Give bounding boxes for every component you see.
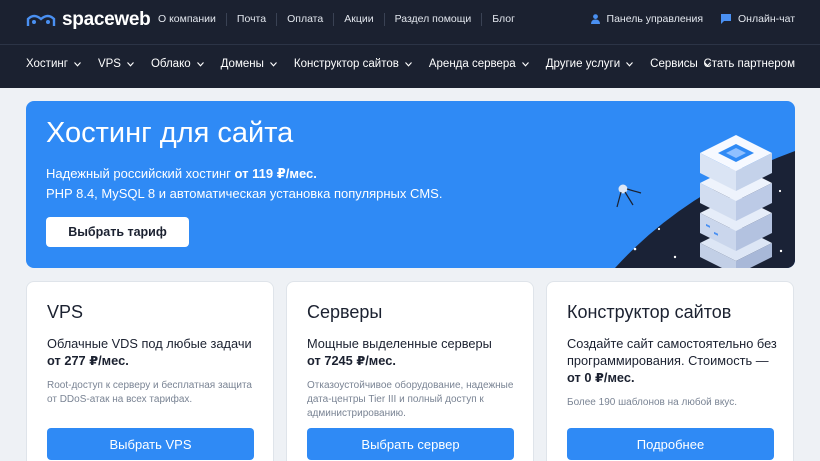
card-vps: VPS Облачные VDS под любые задачи от 277… xyxy=(26,281,274,461)
nav-services-label: Сервисы xyxy=(650,58,698,70)
card-site-builder: Конструктор сайтов Создайте сайт самосто… xyxy=(546,281,794,461)
card-note: Более 190 шаблонов на любой вкус. xyxy=(567,397,737,408)
nav-server-rent[interactable]: Аренда сервера xyxy=(429,58,529,70)
nav-domains-label: Домены xyxy=(220,58,264,70)
card-price: от 0 ₽/мес. xyxy=(567,370,635,385)
topnav-mail[interactable]: Почта xyxy=(225,13,276,26)
card-title: Конструктор сайтов xyxy=(567,302,732,322)
topnav-promos[interactable]: Акции xyxy=(333,13,383,26)
more-details-button[interactable]: Подробнее xyxy=(567,428,774,460)
nav-cloud[interactable]: Облако xyxy=(151,58,204,70)
chevron-down-icon xyxy=(626,61,634,67)
nav-vps-label: VPS xyxy=(97,58,121,70)
nav-services[interactable]: Сервисы xyxy=(650,58,711,70)
card-desc-text: Мощные выделенные серверы xyxy=(307,336,492,351)
nav-site-builder-label: Конструктор сайтов xyxy=(293,58,399,70)
nav-other-services-label: Другие услуги xyxy=(545,58,621,70)
topnav-about[interactable]: О компании xyxy=(148,13,226,26)
card-description: Создайте сайт самостоятельно без програм… xyxy=(567,335,782,386)
card-note: Отказоустойчивое оборудование, надежные … xyxy=(307,380,514,419)
card-price: от 7245 ₽/мес. xyxy=(307,353,396,368)
nav-hosting-label: Хостинг xyxy=(26,58,68,70)
nav-site-builder[interactable]: Конструктор сайтов xyxy=(294,58,412,70)
chevron-down-icon xyxy=(196,61,204,67)
card-title: Серверы xyxy=(307,302,383,322)
chevron-down-icon xyxy=(404,61,412,67)
hero-subtitle: Надежный российский хостинг от 119 ₽/мес… xyxy=(46,164,442,203)
hero-price: от 119 ₽/мес. xyxy=(234,166,317,181)
card-title: VPS xyxy=(47,302,84,322)
nav-cloud-label: Облако xyxy=(150,58,191,70)
nav-domains[interactable]: Домены xyxy=(221,58,277,70)
card-desc-text: Облачные VDS под любые задачи xyxy=(47,336,252,351)
hero-line1: Надежный российский хостинг xyxy=(46,166,231,181)
chat-icon xyxy=(721,14,732,24)
card-servers: Серверы Мощные выделенные серверы от 724… xyxy=(286,281,534,461)
header-divider xyxy=(0,44,820,45)
user-icon xyxy=(590,14,600,24)
topnav-blog[interactable]: Блог xyxy=(481,13,525,26)
choose-server-button[interactable]: Выбрать сервер xyxy=(307,428,514,460)
nav-vps[interactable]: VPS xyxy=(98,58,134,70)
topnav-payment[interactable]: Оплата xyxy=(276,13,333,26)
card-desc-text: Создайте сайт самостоятельно без програм… xyxy=(567,336,777,368)
logo-icon xyxy=(26,14,56,26)
online-chat-label: Онлайн-чат xyxy=(738,13,795,25)
nav-hosting[interactable]: Хостинг xyxy=(26,58,81,70)
hero-line2: PHP 8.4, MySQL 8 и автоматическая устано… xyxy=(46,185,443,201)
brand-name: spaceweb xyxy=(62,9,151,30)
server-illustration xyxy=(615,135,795,268)
online-chat-link[interactable]: Онлайн-чат xyxy=(721,13,795,25)
nav-server-rent-label: Аренда сервера xyxy=(428,58,516,70)
topnav-help[interactable]: Раздел помощи xyxy=(383,13,482,26)
chevron-down-icon xyxy=(74,61,81,67)
card-price: от 277 ₽/мес. xyxy=(47,353,129,368)
chevron-down-icon xyxy=(127,61,134,67)
card-description: Облачные VDS под любые задачи от 277 ₽/м… xyxy=(47,335,262,369)
top-right-links: Панель управления Онлайн-чат xyxy=(590,13,795,25)
logo[interactable]: spaceweb xyxy=(26,9,151,30)
top-nav: О компании Почта Оплата Акции Раздел пом… xyxy=(148,13,525,26)
control-panel-link[interactable]: Панель управления xyxy=(590,13,704,25)
chevron-down-icon xyxy=(521,61,529,67)
hero-banner: Хостинг для сайта Надежный российский хо… xyxy=(26,101,795,268)
card-note: Root-доступ к серверу и бесплатная защит… xyxy=(47,380,252,405)
chevron-down-icon xyxy=(269,61,277,67)
choose-vps-button[interactable]: Выбрать VPS xyxy=(47,428,254,460)
nav-other-services[interactable]: Другие услуги xyxy=(545,58,634,70)
main-nav: Хостинг VPS Облако Домены Конструктор са… xyxy=(26,58,711,70)
site-header: spaceweb О компании Почта Оплата Акции Р… xyxy=(0,0,820,88)
hero-title: Хостинг для сайта xyxy=(46,117,294,149)
control-panel-label: Панель управления xyxy=(606,13,704,25)
become-partner-link[interactable]: Стать партнером xyxy=(703,58,795,70)
choose-plan-button[interactable]: Выбрать тариф xyxy=(46,217,189,247)
card-description: Мощные выделенные серверы от 7245 ₽/мес. xyxy=(307,335,522,369)
